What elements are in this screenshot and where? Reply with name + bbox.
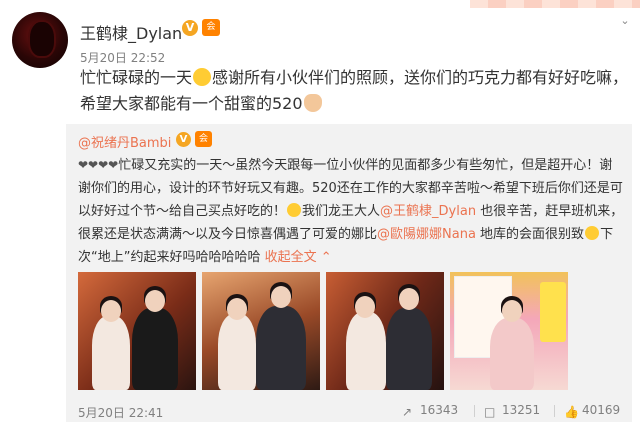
repost-card[interactable]: @祝绪丹Bambi V 会 ❤❤❤❤忙碌又充实的一天～虽然今天跟每一位小伙伴的见… (66, 124, 632, 422)
mention-link[interactable]: @歐陽娜娜Nana (377, 227, 476, 242)
like-button[interactable]: 👍 40169 (564, 403, 621, 419)
victory-hand-emoji-icon (303, 94, 322, 112)
share-count: 16343 (420, 403, 459, 417)
comment-count: 13251 (502, 403, 541, 417)
top-decoration-band (470, 0, 640, 8)
photo-thumbnail[interactable] (78, 272, 196, 390)
mention-link[interactable]: @王鹤棣_Dylan (380, 204, 476, 219)
cat-emoji-icon (585, 226, 600, 240)
chevron-down-icon[interactable]: ⌄ (618, 14, 632, 28)
cheers-emoji-icon (287, 203, 302, 217)
photo-figure-head (502, 300, 522, 322)
photo-figure-head (399, 288, 419, 310)
verified-badge-icon: V (176, 132, 191, 147)
post-username[interactable]: 王鹤棣_Dylan (80, 20, 182, 44)
repost-text-part-2: 我们龙王大人 (302, 204, 381, 219)
photo-figure-head (145, 290, 165, 312)
chevron-up-icon: ⌃ (320, 250, 332, 265)
collapse-text-label: 收起全文 (264, 250, 317, 265)
photo-thumbnail[interactable] (326, 272, 444, 390)
photo-figure (490, 318, 534, 390)
photo-figure (346, 312, 386, 390)
repost-time[interactable]: 5月20日 22:41 (78, 404, 163, 421)
photo-figure (92, 316, 130, 390)
photo-figure-head (355, 296, 375, 318)
smile-emoji-icon (193, 68, 212, 86)
photo-figure-head (227, 298, 247, 320)
share-icon: ↗ (402, 405, 413, 419)
divider (554, 405, 555, 417)
like-icon: 👍 (564, 405, 579, 419)
avatar[interactable] (12, 12, 68, 68)
share-button[interactable]: ↗ 16343 (402, 403, 459, 419)
repost-text-part-4: 地库的会面很别致 (475, 227, 585, 242)
photo-figure (132, 308, 178, 390)
post-time[interactable]: 5月20日 22:52 (80, 49, 165, 66)
comment-icon: □ (484, 405, 496, 419)
photo-thumbnail[interactable] (450, 272, 568, 390)
collapse-text-link[interactable]: 收起全文 ⌃ (265, 250, 332, 265)
photo-figure (386, 308, 432, 390)
member-icon[interactable]: 会 (195, 131, 212, 147)
photo-thumbnail[interactable] (202, 272, 320, 390)
like-count: 40169 (582, 403, 621, 417)
photo-figure (218, 314, 256, 390)
photo-figure (256, 306, 306, 390)
verified-badge-icon: V (182, 20, 198, 36)
photo-figure-head (271, 286, 291, 308)
comment-button[interactable]: □ 13251 (484, 403, 541, 419)
repost-text: ❤❤❤❤忙碌又充实的一天～虽然今天跟每一位小伙伴的见面都多少有些匆忙，但是超开心… (78, 154, 624, 269)
photo-figure-head (101, 300, 121, 322)
heart-icon: ❤❤❤❤ (78, 158, 119, 172)
photo-sign (540, 282, 566, 342)
post-text: 忙忙碌碌的一天 感谢所有小伙伴们的照顾，送你们的巧克力都有好好吃嘛，希望大家都能有… (80, 65, 632, 117)
post-text-part-1: 忙忙碌碌的一天 (80, 68, 193, 87)
member-icon[interactable]: 会 (202, 19, 220, 36)
repost-username[interactable]: @祝绪丹Bambi (78, 132, 171, 151)
divider (474, 405, 475, 417)
